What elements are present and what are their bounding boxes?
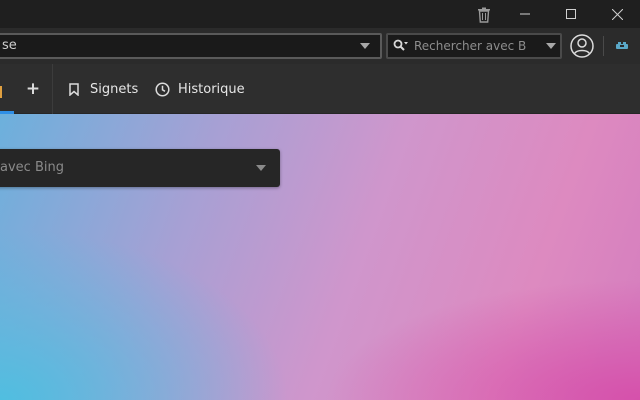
search-field[interactable]: Rechercher avec Bi xyxy=(386,33,562,59)
title-bar xyxy=(0,0,640,28)
search-placeholder: Rechercher avec Bi xyxy=(414,39,526,53)
new-tab-button[interactable]: + xyxy=(22,77,44,101)
navigation-toolbar: se Rechercher avec Bi xyxy=(0,28,640,64)
url-text: se xyxy=(2,38,17,53)
bookmarks-toolbar: + Signets Historique xyxy=(0,64,640,114)
search-engine-dropdown-icon[interactable] xyxy=(546,43,556,49)
bookmarks-button[interactable]: Signets xyxy=(66,77,138,101)
extension-button[interactable] xyxy=(610,34,634,58)
history-button[interactable]: Historique xyxy=(154,77,245,101)
extension-icon xyxy=(616,42,628,49)
chevron-down-icon[interactable] xyxy=(256,165,266,171)
history-label: Historique xyxy=(178,81,245,97)
page-search-box[interactable]: avec Bing xyxy=(0,149,280,187)
bookmarks-label: Signets xyxy=(90,81,139,97)
chevron-down-icon[interactable] xyxy=(360,43,370,49)
bookmark-icon xyxy=(66,81,82,97)
active-tab-marker xyxy=(0,86,2,98)
profile-icon xyxy=(570,34,594,58)
toolbar-separator xyxy=(603,36,604,56)
close-icon xyxy=(611,8,623,20)
trash-button[interactable] xyxy=(470,2,498,28)
tab-separator xyxy=(52,64,53,114)
clock-icon xyxy=(154,81,170,97)
search-icon[interactable] xyxy=(393,39,409,53)
close-button[interactable] xyxy=(594,0,640,28)
maximize-button[interactable] xyxy=(548,0,594,28)
maximize-icon xyxy=(566,9,576,19)
browser-window: se Rechercher avec Bi + Signets Historiq… xyxy=(0,0,640,400)
url-field[interactable]: se xyxy=(0,33,382,59)
profile-button[interactable] xyxy=(568,32,596,60)
page-search-placeholder: avec Bing xyxy=(0,160,64,175)
minimize-button[interactable] xyxy=(502,0,548,28)
trash-icon xyxy=(478,7,490,23)
new-tab-page: avec Bing xyxy=(0,114,640,400)
minimize-icon xyxy=(520,13,530,15)
